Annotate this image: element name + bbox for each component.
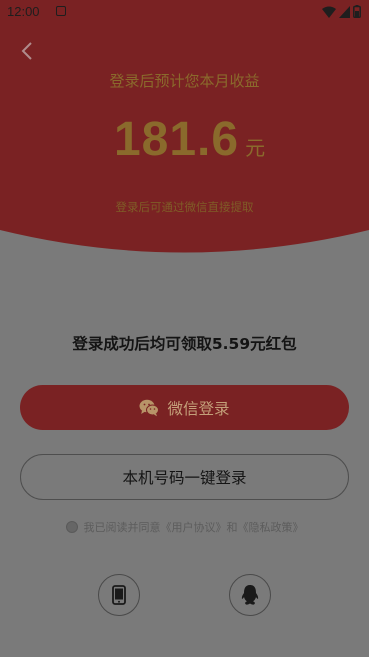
phone-login-button[interactable]: 本机号码一键登录 <box>20 454 349 500</box>
estimate-label: 登录后预计您本月收益 <box>109 72 260 90</box>
back-button[interactable] <box>14 38 40 64</box>
withdraw-note: 登录后可通过微信直接提取 <box>115 200 254 214</box>
back-arrow-icon <box>21 42 32 60</box>
hero-banner: 登录后预计您本月收益 181.6 元 登录后可通过微信直接提取 <box>0 0 369 258</box>
phone-login-alt-button[interactable] <box>98 574 140 616</box>
redpacket-promo: 登录成功后均可领取5.59元红包 <box>72 335 297 353</box>
wechat-login-label: 微信登录 <box>167 399 230 418</box>
phone-icon <box>112 585 126 605</box>
amount-value: 181.6 <box>113 113 240 166</box>
agreement-checkbox[interactable] <box>65 521 78 533</box>
amount-unit: 元 <box>245 136 266 160</box>
wifi-icon <box>322 6 336 18</box>
phone-login-label: 本机号码一键登录 <box>122 469 247 487</box>
qq-icon <box>241 585 259 605</box>
user-agreement-link[interactable]: 《用户协议》 <box>161 521 227 534</box>
agreement-and: 和 <box>226 521 238 534</box>
battery-icon <box>353 5 361 18</box>
wechat-icon <box>139 399 160 416</box>
qq-login-button[interactable] <box>229 574 271 616</box>
notification-icon <box>56 6 66 16</box>
privacy-policy-link[interactable]: 《隐私政策》 <box>238 521 304 534</box>
status-bar: 12:00 <box>0 0 369 24</box>
status-icons <box>322 5 361 18</box>
wechat-login-button[interactable]: 微信登录 <box>20 385 349 430</box>
amount-display: 181.6 元 <box>0 112 369 167</box>
signal-icon <box>339 5 350 18</box>
agreement-text: 我已阅读并同意《用户协议》和《隐私政策》 <box>84 519 304 535</box>
agreement-prefix: 我已阅读并同意 <box>83 521 161 534</box>
agreement-row: 我已阅读并同意《用户协议》和《隐私政策》 <box>0 519 369 535</box>
status-time: 12:00 <box>7 4 40 19</box>
